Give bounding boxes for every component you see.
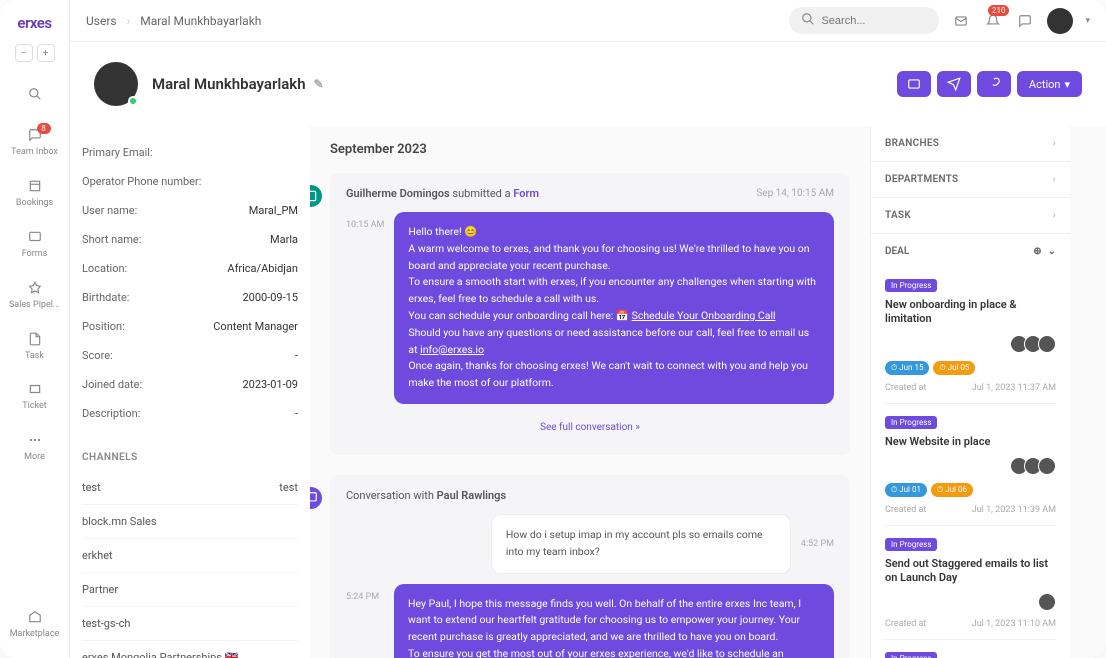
nav-team-inbox[interactable]: 8 Team Inbox: [4, 117, 65, 166]
feed-item-conversation: Conversation with Paul Rawlings How do i…: [330, 475, 850, 658]
online-indicator: [128, 96, 138, 106]
nav-forms[interactable]: Forms: [4, 219, 65, 268]
channel-item[interactable]: erkhet: [82, 539, 298, 573]
status-badge: In Progress: [885, 652, 937, 658]
sidebar-nav: erxes − + 8 Team Inbox Bookings Forms: [0, 0, 70, 658]
marketplace-icon: [25, 607, 45, 627]
nav-search[interactable]: [4, 76, 65, 115]
channel-item[interactable]: Partner: [82, 573, 298, 607]
nav-sales-pipeline[interactable]: Sales Pipel...: [4, 270, 65, 319]
message-bubble: Hello there! 😊 A warm welcome to erxes, …: [394, 212, 834, 404]
activity-feed: September 2023 Guilherme Domingos submit…: [310, 126, 870, 658]
branches-section[interactable]: BRANCHES›: [871, 126, 1070, 162]
incoming-message: How do i setup imap in my account pls so…: [491, 514, 791, 574]
search-input[interactable]: [821, 15, 927, 27]
notification-icon[interactable]: 210: [983, 11, 1003, 31]
status-badge: In Progress: [885, 538, 937, 551]
status-badge: In Progress: [885, 416, 937, 429]
send-action-button[interactable]: [937, 71, 971, 97]
avatar: [1038, 335, 1056, 353]
edit-icon[interactable]: ✎: [314, 77, 324, 91]
expand-button[interactable]: +: [37, 44, 55, 62]
nav-more[interactable]: More: [4, 422, 65, 471]
breadcrumbs: Users › Maral Munkhbayarlakh: [86, 14, 261, 28]
deal-title: New Website in place: [885, 435, 1056, 449]
deal-title: New onboarding in place & limitation: [885, 298, 1056, 327]
breadcrumb-users[interactable]: Users: [86, 14, 117, 28]
channel-item[interactable]: erxes Mongolia Partnerships 🇬🇧: [82, 641, 298, 658]
chevron-right-icon: ›: [1053, 210, 1056, 221]
nav-marketplace[interactable]: Marketplace: [8, 599, 62, 648]
nav-task[interactable]: Task: [4, 321, 65, 370]
task-icon: [25, 329, 45, 349]
deal-heading: DEAL⊕⌄: [885, 246, 1056, 257]
deal-card[interactable]: In Progress New Website in place ⏱ Jul 0…: [885, 404, 1056, 526]
chevron-right-icon: ›: [1053, 138, 1056, 149]
chevron-down-icon[interactable]: ▾: [1085, 16, 1090, 26]
email-action-button[interactable]: [897, 71, 931, 97]
nav-ticket[interactable]: Ticket: [4, 371, 65, 420]
channel-item[interactable]: block.mn Sales: [82, 505, 298, 539]
search-icon: [25, 84, 45, 104]
search-icon: [801, 12, 815, 29]
right-panel: BRANCHES› DEPARTMENTS› TASK› DEAL⊕⌄ In P…: [870, 126, 1070, 658]
conversation-badge-icon: [310, 487, 322, 509]
see-full-link[interactable]: See full conversation »: [346, 414, 834, 441]
chevron-right-icon: ›: [1053, 174, 1056, 185]
feed-item-form: Guilherme Domingos submitted a Form Sep …: [330, 173, 850, 455]
avatar: [1038, 593, 1056, 611]
more-icon: [25, 430, 45, 450]
chevron-down-icon[interactable]: ⌄: [1048, 246, 1056, 257]
channels-heading: CHANNELS: [82, 444, 298, 471]
logo[interactable]: erxes: [0, 8, 69, 38]
channel-item[interactable]: testtest: [82, 471, 298, 505]
chevron-down-icon: ▾: [1064, 78, 1070, 91]
nav-bookings[interactable]: Bookings: [4, 168, 65, 217]
profile-header: Maral Munkhbayarlakh ✎ Action▾: [70, 42, 1106, 126]
pipeline-icon: [25, 278, 45, 298]
breadcrumb-current: Maral Munkhbayarlakh: [140, 14, 261, 28]
avatar: [1038, 457, 1056, 475]
status-badge: In Progress: [885, 279, 937, 292]
action-dropdown[interactable]: Action▾: [1017, 71, 1082, 97]
channel-item[interactable]: test-gs-ch: [82, 607, 298, 641]
month-heading: September 2023: [330, 142, 850, 157]
deal-card[interactable]: In Progress New onboarding in place & li…: [885, 267, 1056, 404]
form-link[interactable]: Form: [513, 187, 539, 200]
mail-icon[interactable]: [951, 11, 971, 31]
add-icon[interactable]: ⊕: [1033, 246, 1041, 257]
form-badge-icon: [310, 185, 322, 207]
task-section[interactable]: TASK›: [871, 198, 1070, 234]
ticket-icon: [25, 379, 45, 399]
deal-card[interactable]: In Progress Send out Staggered emails to…: [885, 526, 1056, 641]
user-avatar[interactable]: [1047, 8, 1073, 34]
left-panel: Primary Email: Operator Phone number: Us…: [70, 126, 310, 658]
chat-icon[interactable]: [1015, 11, 1035, 31]
inbox-icon: 8: [25, 125, 45, 145]
search-box[interactable]: [789, 7, 939, 34]
deal-title: Send out Staggered emails to list on Lau…: [885, 557, 1056, 586]
collapse-button[interactable]: −: [15, 44, 33, 62]
message-bubble: Hey Paul, I hope this message finds you …: [394, 584, 834, 658]
forms-icon: [25, 227, 45, 247]
deal-card[interactable]: In Progress Build an Audience from the v…: [885, 640, 1056, 658]
profile-avatar[interactable]: [94, 62, 138, 106]
bookings-icon: [25, 176, 45, 196]
departments-section[interactable]: DEPARTMENTS›: [871, 162, 1070, 198]
topbar: Users › Maral Munkhbayarlakh 210 ▾: [70, 0, 1106, 42]
link-action-button[interactable]: [977, 71, 1011, 97]
profile-name: Maral Munkhbayarlakh ✎: [152, 75, 324, 93]
